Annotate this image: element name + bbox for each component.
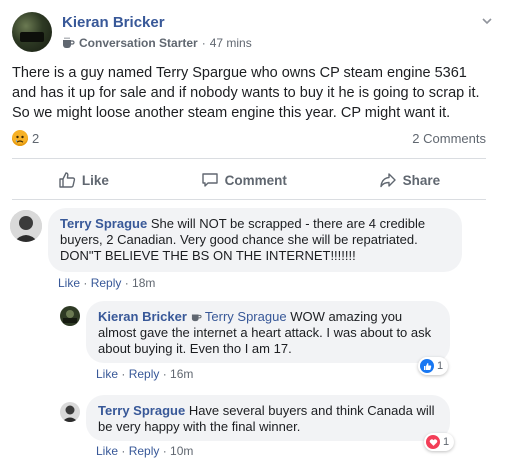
thumbs-up-icon [59, 172, 75, 188]
divider-bottom [12, 199, 486, 200]
reply-bubble: Terry Sprague Have several buyers and th… [86, 395, 450, 441]
like-reaction-icon [420, 359, 434, 373]
meta-separator: · [201, 36, 206, 50]
reply-actions: Like · Reply · 10m [96, 444, 194, 458]
divider-top [12, 158, 486, 159]
reply-time[interactable]: 10m [170, 444, 193, 458]
reply-reaction-count: 1 [443, 436, 450, 448]
reactions-summary: 2 2 Comments [12, 130, 486, 148]
comment-bubble: Terry Sprague She will NOT be scrapped -… [48, 208, 462, 272]
comment-time[interactable]: 18m [132, 276, 155, 290]
chevron-down-icon[interactable] [480, 14, 494, 28]
reply-reaction-count: 1 [437, 360, 444, 372]
post-header: Kieran Bricker Conversation Starter · 47… [12, 12, 496, 56]
reply-reaction-pill[interactable]: 1 [424, 433, 455, 451]
comment-label: Comment [224, 172, 287, 188]
reply-avatar[interactable] [60, 306, 80, 326]
post-text: There is a guy named Terry Spargue who o… [12, 65, 480, 121]
coffee-cup-icon [191, 314, 202, 322]
comment-reply-link[interactable]: Reply [91, 276, 122, 290]
mention-tag[interactable]: Terry Sprague [205, 309, 287, 324]
coffee-cup-icon [63, 37, 75, 48]
reply-time[interactable]: 16m [170, 367, 193, 381]
post-author-name[interactable]: Kieran Bricker [62, 14, 165, 31]
comment-actions: Like · Reply · 18m [58, 276, 156, 290]
reply-actions: Like · Reply · 16m [96, 367, 194, 381]
share-label: Share [402, 172, 441, 188]
heart-reaction-icon [426, 435, 440, 449]
comment-author[interactable]: Terry Sprague [60, 216, 147, 231]
comments-count-link[interactable]: 2 Comments [412, 131, 486, 146]
reaction-count[interactable]: 2 [32, 131, 39, 146]
reply-like-link[interactable]: Like [96, 444, 118, 458]
share-button[interactable]: Share [379, 171, 441, 189]
conversation-starter-badge: Conversation Starter [79, 36, 198, 50]
reply-author[interactable]: Kieran Bricker [98, 309, 187, 324]
reply-avatar[interactable] [60, 402, 80, 422]
sad-reaction-icon[interactable] [12, 130, 28, 146]
reply-reply-link[interactable]: Reply [129, 367, 160, 381]
reply-reaction-pill[interactable]: 1 [418, 357, 449, 375]
post-timestamp[interactable]: 47 mins [210, 36, 252, 50]
comment-avatar[interactable] [10, 210, 42, 242]
share-arrow-icon [379, 173, 396, 188]
reply-bubble: Kieran Bricker Terry Sprague WOW amazing… [86, 301, 450, 363]
like-label: Like [81, 172, 109, 188]
post-meta: Conversation Starter · 47 mins [62, 36, 252, 50]
comment-bubble-icon [201, 173, 218, 187]
reply-like-link[interactable]: Like [96, 367, 118, 381]
action-bar: Like Comment Share [12, 163, 486, 197]
author-avatar[interactable] [12, 12, 52, 52]
reply-reply-link[interactable]: Reply [129, 444, 160, 458]
comment-like-link[interactable]: Like [58, 276, 80, 290]
like-button[interactable]: Like [58, 171, 109, 189]
reply-author[interactable]: Terry Sprague [98, 403, 185, 418]
comment-button[interactable]: Comment [201, 171, 287, 189]
